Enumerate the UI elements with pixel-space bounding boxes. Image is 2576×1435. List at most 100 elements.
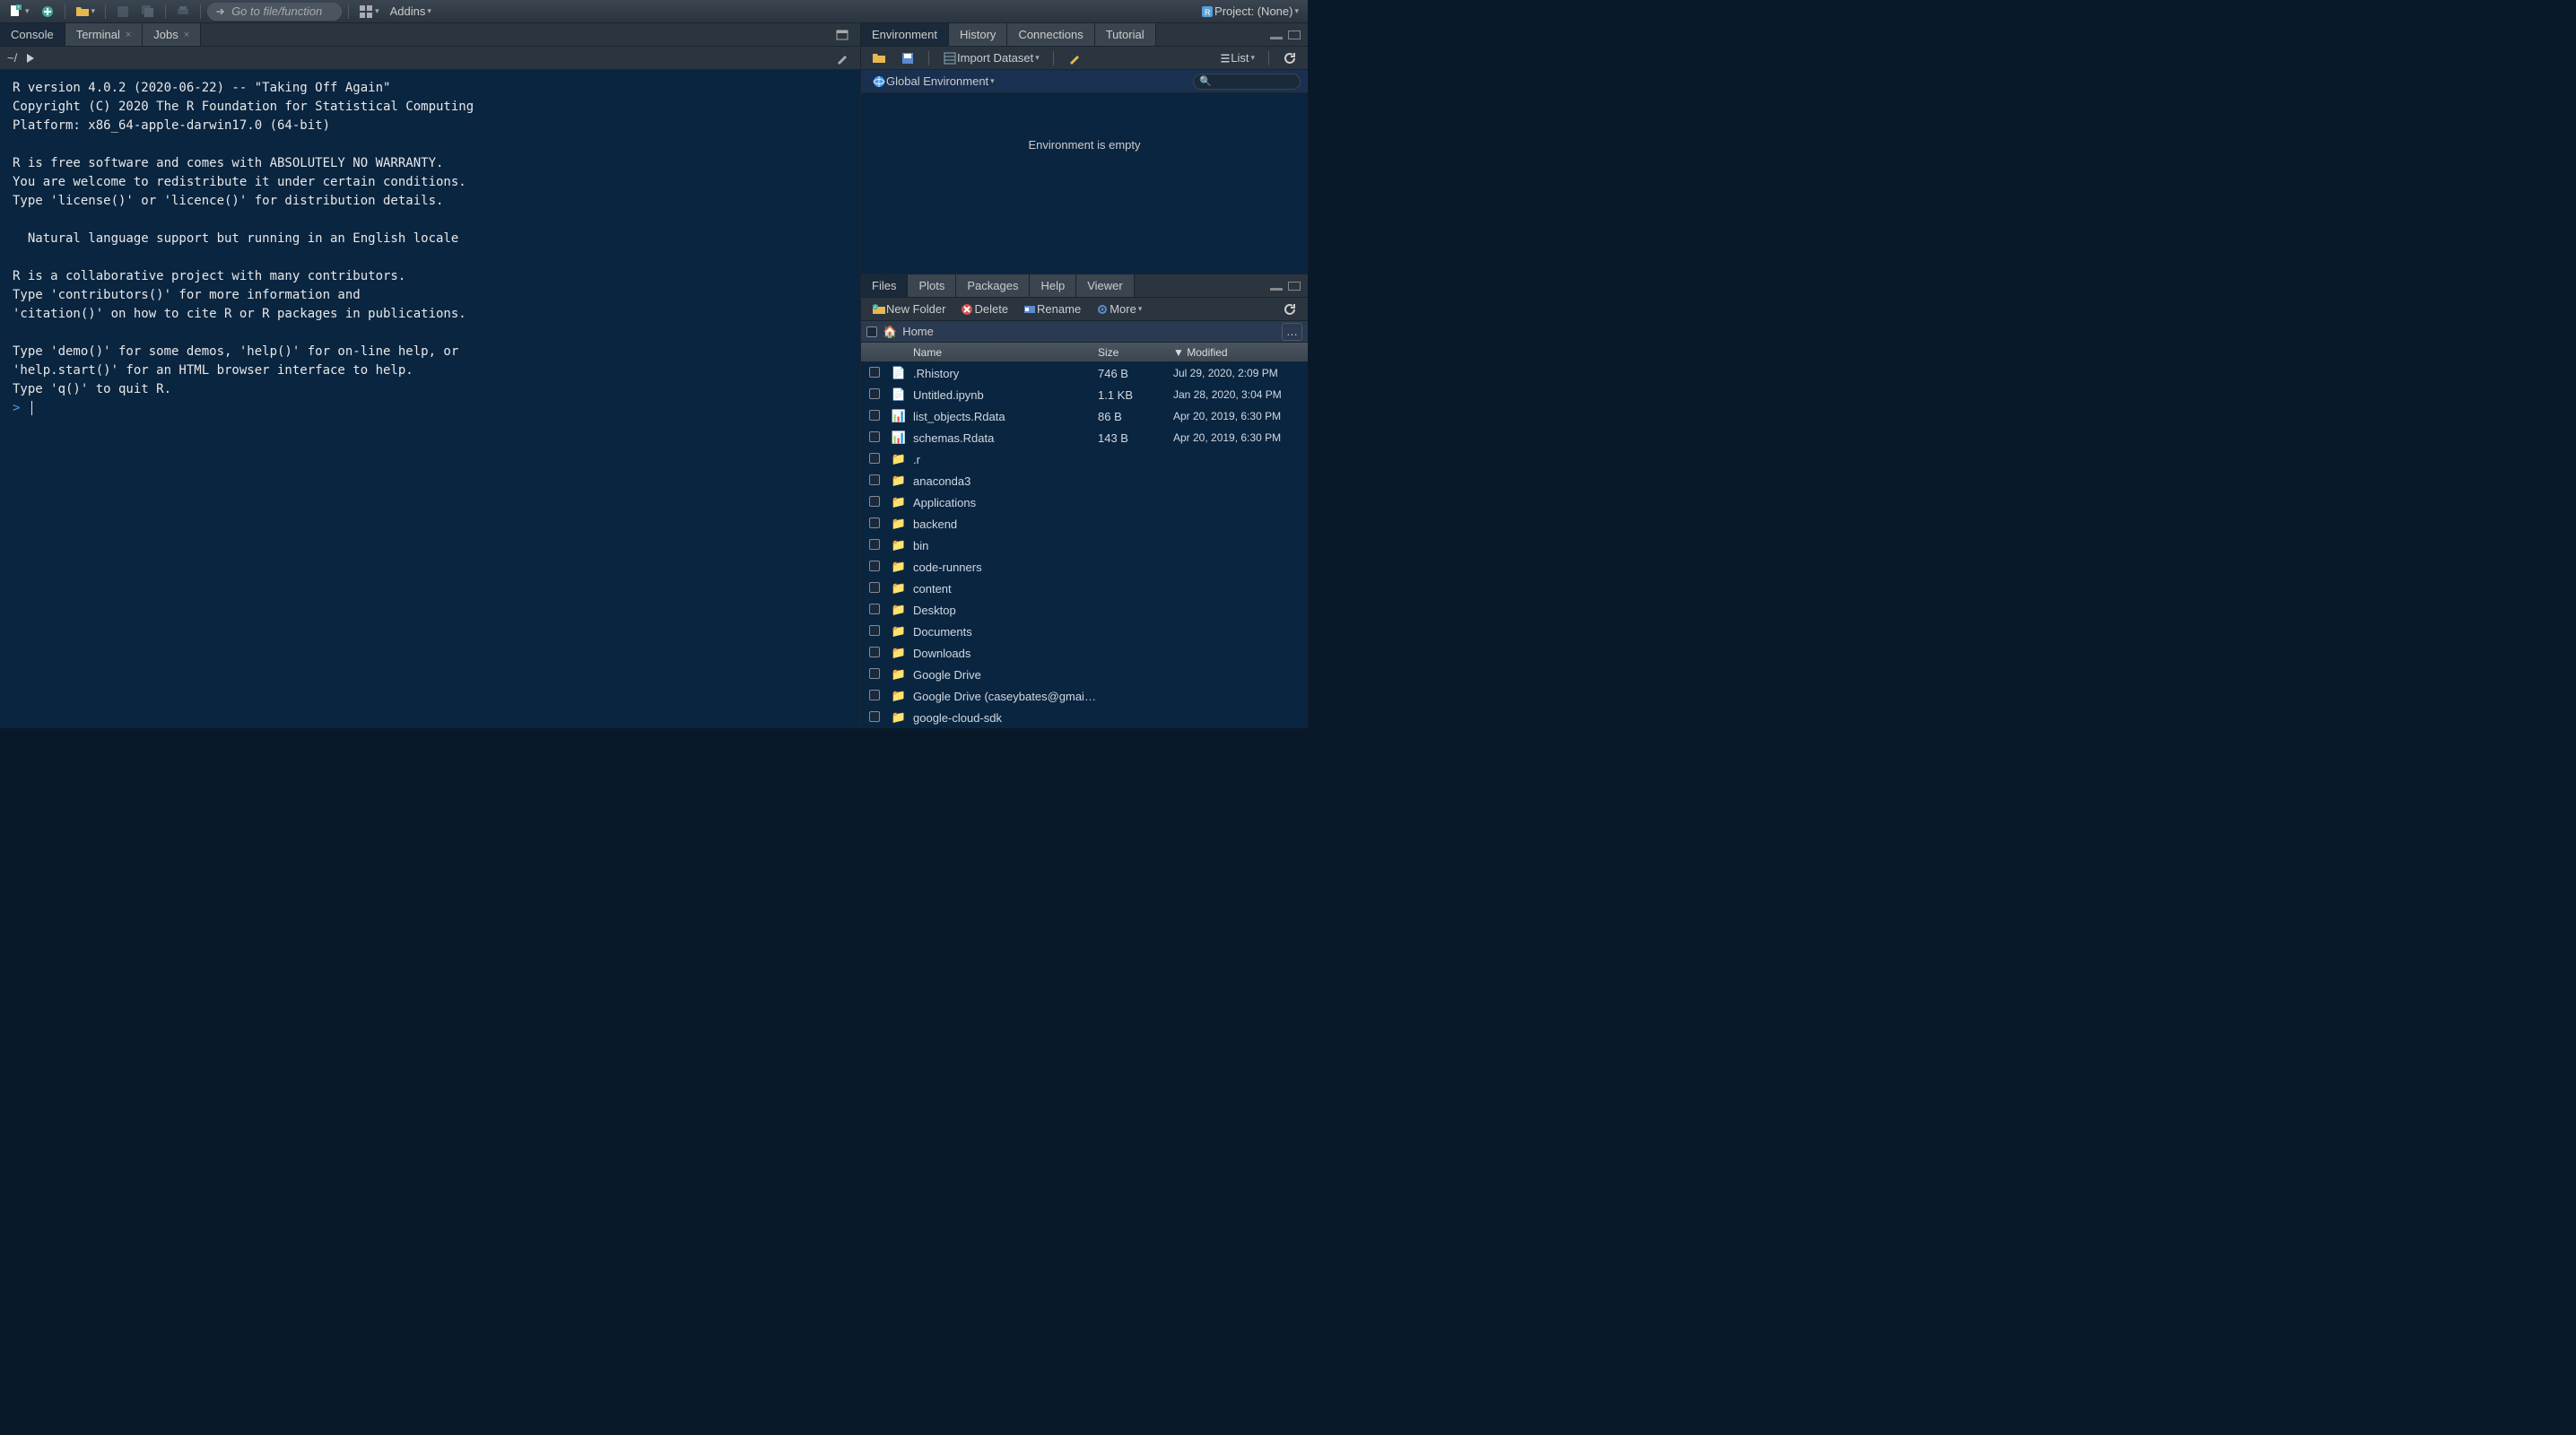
- row-checkbox[interactable]: [869, 367, 880, 378]
- file-row[interactable]: 📁Desktop: [861, 599, 1308, 621]
- refresh-env-button[interactable]: [1279, 49, 1301, 67]
- more-button[interactable]: More ▾: [1092, 300, 1145, 318]
- tab-packages[interactable]: Packages: [956, 274, 1030, 297]
- tools-button[interactable]: ▾: [355, 3, 383, 21]
- clear-console-button[interactable]: [831, 49, 853, 67]
- refresh-files-button[interactable]: [1279, 300, 1301, 318]
- tab-jobs[interactable]: Jobs ×: [143, 23, 201, 46]
- maximize-pane-button[interactable]: [1288, 30, 1301, 39]
- row-checkbox[interactable]: [869, 625, 880, 636]
- console-go-button[interactable]: [24, 49, 39, 67]
- col-size[interactable]: Size: [1098, 346, 1173, 359]
- rename-button[interactable]: Rename: [1019, 300, 1084, 318]
- clear-workspace-button[interactable]: [1064, 49, 1085, 67]
- file-row[interactable]: 📁Documents: [861, 621, 1308, 642]
- save-workspace-button[interactable]: [897, 49, 918, 67]
- minimize-pane-button[interactable]: [1270, 282, 1283, 291]
- file-name[interactable]: .r: [909, 453, 1098, 466]
- col-name[interactable]: Name: [909, 346, 1098, 359]
- file-name[interactable]: .Rhistory: [909, 367, 1098, 380]
- file-row[interactable]: 📄Untitled.ipynb1.1 KBJan 28, 2020, 3:04 …: [861, 384, 1308, 405]
- tab-console[interactable]: Console: [0, 23, 65, 46]
- tab-help[interactable]: Help: [1030, 274, 1076, 297]
- new-file-button[interactable]: + ▾: [5, 3, 33, 21]
- file-name[interactable]: Google Drive (caseybates@gmai…: [909, 690, 1098, 703]
- file-row[interactable]: 📁Applications: [861, 491, 1308, 513]
- file-row[interactable]: 📁Google Drive (caseybates@gmai…: [861, 685, 1308, 707]
- row-checkbox[interactable]: [869, 690, 880, 700]
- file-row[interactable]: 📁google-cloud-sdk: [861, 707, 1308, 728]
- file-name[interactable]: Untitled.ipynb: [909, 388, 1098, 402]
- row-checkbox[interactable]: [869, 647, 880, 657]
- open-file-button[interactable]: ▾: [72, 3, 100, 21]
- select-all-checkbox[interactable]: [866, 326, 877, 337]
- file-name[interactable]: anaconda3: [909, 474, 1098, 488]
- print-button[interactable]: [172, 3, 194, 21]
- tab-tutorial[interactable]: Tutorial: [1095, 23, 1156, 46]
- row-checkbox[interactable]: [869, 539, 880, 550]
- home-icon[interactable]: 🏠: [883, 325, 897, 339]
- row-checkbox[interactable]: [869, 496, 880, 507]
- file-name[interactable]: Google Drive: [909, 668, 1098, 682]
- row-checkbox[interactable]: [869, 711, 880, 722]
- row-checkbox[interactable]: [869, 388, 880, 399]
- tab-viewer[interactable]: Viewer: [1076, 274, 1135, 297]
- load-workspace-button[interactable]: [868, 49, 890, 67]
- file-name[interactable]: bin: [909, 539, 1098, 552]
- close-icon[interactable]: ×: [126, 30, 131, 40]
- file-name[interactable]: Downloads: [909, 647, 1098, 660]
- file-row[interactable]: 📁bin: [861, 535, 1308, 556]
- popout-button[interactable]: [831, 26, 853, 44]
- tab-terminal[interactable]: Terminal ×: [65, 23, 144, 46]
- row-checkbox[interactable]: [869, 453, 880, 464]
- import-dataset-button[interactable]: Import Dataset ▾: [939, 49, 1043, 67]
- file-row[interactable]: 📄.Rhistory746 BJul 29, 2020, 2:09 PM: [861, 362, 1308, 384]
- file-name[interactable]: Documents: [909, 625, 1098, 639]
- file-name[interactable]: schemas.Rdata: [909, 431, 1098, 445]
- console-output[interactable]: R version 4.0.2 (2020-06-22) -- "Taking …: [0, 70, 860, 728]
- row-checkbox[interactable]: [869, 517, 880, 528]
- tab-files[interactable]: Files: [861, 274, 908, 297]
- file-name[interactable]: code-runners: [909, 561, 1098, 574]
- close-icon[interactable]: ×: [184, 30, 189, 40]
- file-row[interactable]: 📁Google Drive: [861, 664, 1308, 685]
- row-checkbox[interactable]: [869, 668, 880, 679]
- project-menu[interactable]: R Project: (None) ▾: [1197, 3, 1302, 21]
- file-name[interactable]: Desktop: [909, 604, 1098, 617]
- row-checkbox[interactable]: [869, 582, 880, 593]
- save-all-button[interactable]: [137, 3, 159, 21]
- file-row[interactable]: 📁backend: [861, 513, 1308, 535]
- delete-button[interactable]: Delete: [956, 300, 1012, 318]
- row-checkbox[interactable]: [869, 604, 880, 614]
- list-view-button[interactable]: List ▾: [1216, 49, 1258, 67]
- file-row[interactable]: 📁content: [861, 578, 1308, 599]
- row-checkbox[interactable]: [869, 410, 880, 421]
- tab-history[interactable]: History: [949, 23, 1007, 46]
- maximize-pane-button[interactable]: [1288, 282, 1301, 291]
- save-button[interactable]: [112, 3, 134, 21]
- row-checkbox[interactable]: [869, 474, 880, 485]
- file-row[interactable]: 📁anaconda3: [861, 470, 1308, 491]
- file-row[interactable]: 📊list_objects.Rdata86 BApr 20, 2019, 6:3…: [861, 405, 1308, 427]
- goto-file-input[interactable]: Go to file/function: [207, 3, 342, 21]
- file-name[interactable]: google-cloud-sdk: [909, 711, 1098, 725]
- minimize-pane-button[interactable]: [1270, 30, 1283, 39]
- col-modified[interactable]: ▼ Modified: [1173, 346, 1308, 359]
- file-row[interactable]: 📁code-runners: [861, 556, 1308, 578]
- tab-environment[interactable]: Environment: [861, 23, 949, 46]
- file-name[interactable]: Applications: [909, 496, 1098, 509]
- new-folder-button[interactable]: + New Folder: [868, 300, 949, 318]
- file-name[interactable]: list_objects.Rdata: [909, 410, 1098, 423]
- env-search-input[interactable]: 🔍: [1193, 74, 1301, 90]
- file-name[interactable]: content: [909, 582, 1098, 596]
- more-path-button[interactable]: …: [1282, 323, 1302, 341]
- file-row[interactable]: 📊schemas.Rdata143 BApr 20, 2019, 6:30 PM: [861, 427, 1308, 448]
- addins-button[interactable]: Addins ▾: [387, 3, 435, 21]
- row-checkbox[interactable]: [869, 431, 880, 442]
- breadcrumb-home[interactable]: Home: [902, 325, 934, 338]
- new-project-button[interactable]: [37, 3, 58, 21]
- file-name[interactable]: backend: [909, 517, 1098, 531]
- tab-plots[interactable]: Plots: [908, 274, 956, 297]
- env-scope-button[interactable]: Global Environment ▾: [868, 73, 998, 91]
- tab-connections[interactable]: Connections: [1007, 23, 1094, 46]
